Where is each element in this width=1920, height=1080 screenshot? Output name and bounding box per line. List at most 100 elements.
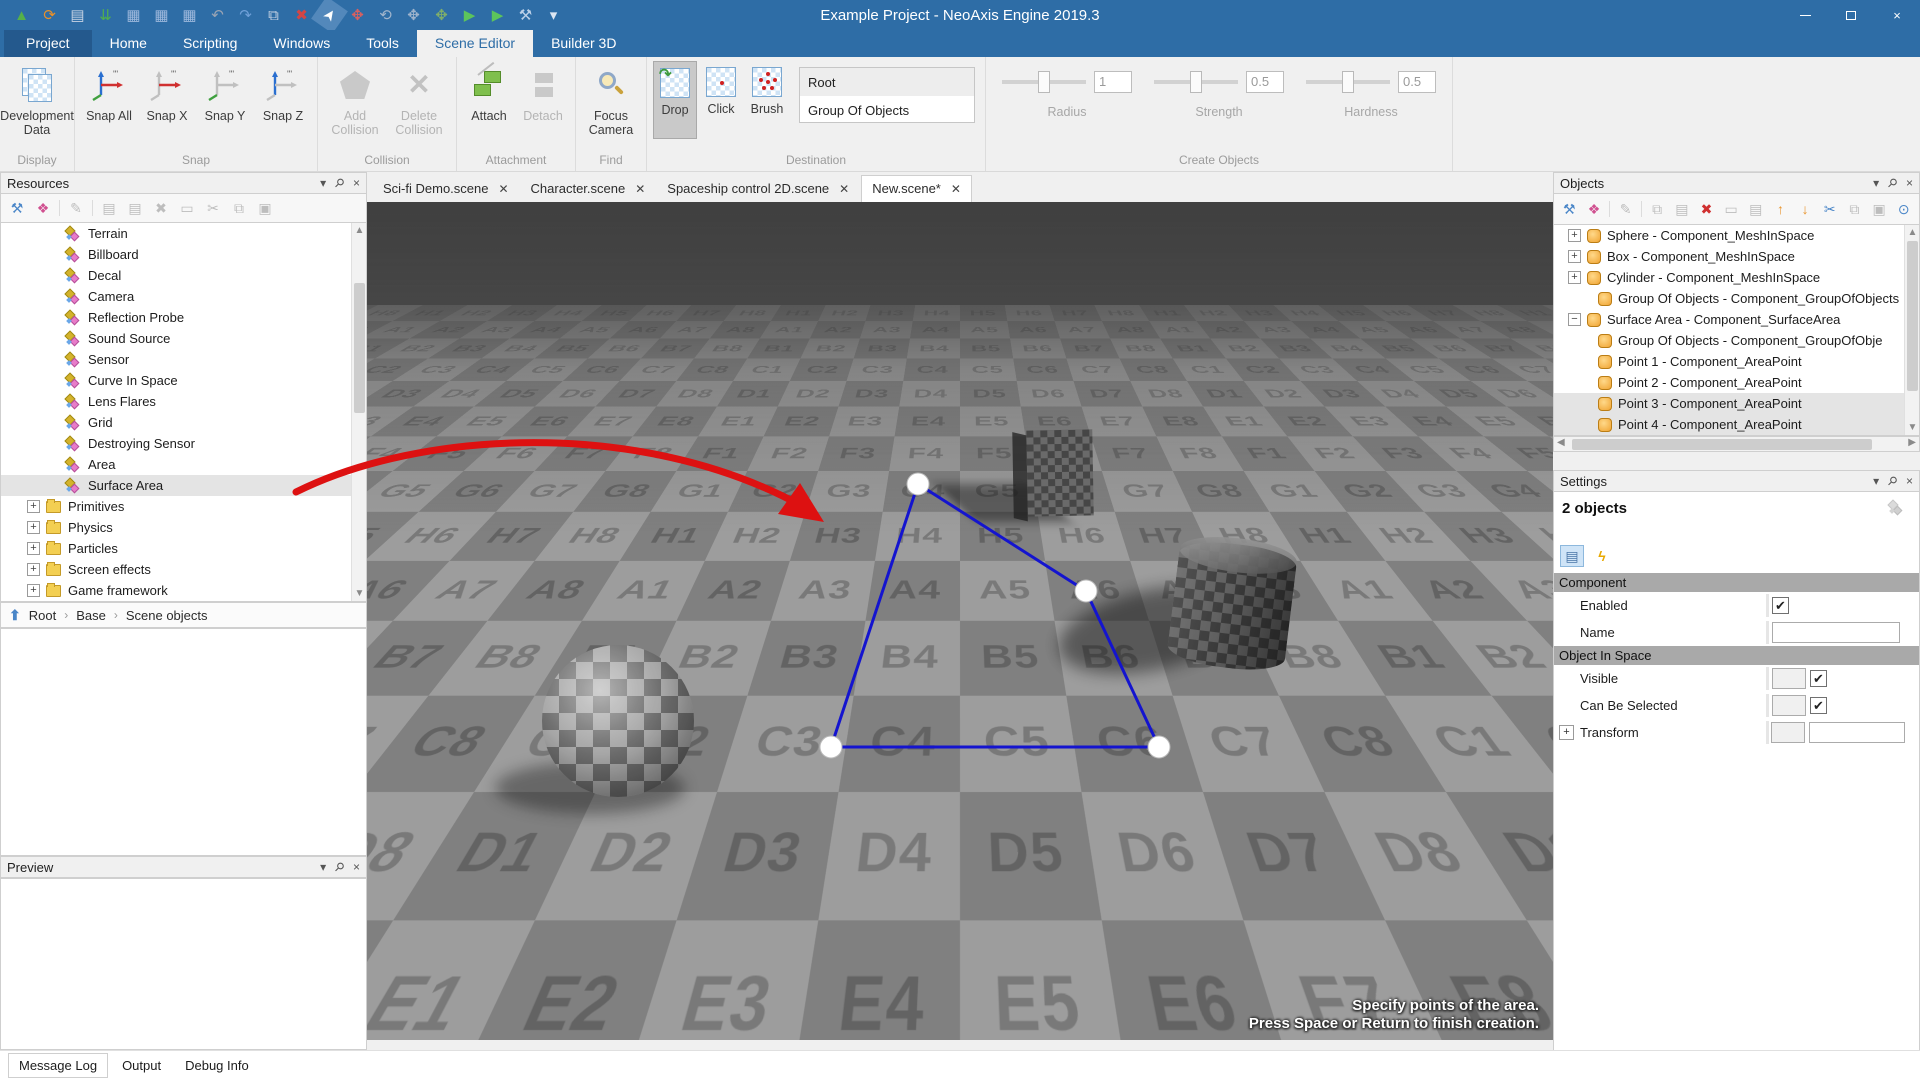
scene-tab-new-scene-[interactable]: New.scene* ✕ [861, 175, 972, 202]
visible-default-box[interactable] [1772, 668, 1806, 689]
delete-icon[interactable]: ✖ [288, 2, 315, 28]
enabled-checkbox[interactable]: ✔ [1772, 597, 1789, 614]
resource-item-grid[interactable]: Grid [1, 412, 366, 433]
move-tool-icon[interactable]: ✥ [344, 2, 371, 28]
objects-scrollbar[interactable]: ▲ ▼ [1904, 225, 1919, 435]
scale-tool-icon[interactable]: ✥ [400, 2, 427, 28]
expand-icon[interactable]: + [27, 500, 40, 513]
object-item-group-of-objects[interactable]: Group Of Objects - Component_GroupOfObje… [1554, 288, 1919, 309]
rename-icon[interactable]: ▭ [1722, 201, 1741, 218]
cut-icon[interactable]: ✂ [203, 200, 223, 217]
add-collision-button[interactable]: Add Collision [324, 61, 386, 147]
objects-menu-icon[interactable]: ▾ [1873, 176, 1879, 190]
tab-builder-3d[interactable]: Builder 3D [533, 30, 634, 57]
move-down-icon[interactable]: ↓ [1796, 201, 1815, 217]
click-mode-button[interactable]: Click [699, 61, 743, 139]
tab-project[interactable]: Project [4, 30, 92, 57]
destination-option-root[interactable]: Root [800, 68, 974, 96]
redo-icon[interactable]: ↷ [232, 2, 259, 28]
tab-scripting[interactable]: Scripting [165, 30, 255, 57]
undo-icon[interactable]: ↶ [204, 2, 231, 28]
search-icon[interactable]: ⊙ [1894, 201, 1913, 218]
clone-icon[interactable]: ⧉ [1648, 201, 1667, 218]
rotate-tool-icon[interactable]: ⟲ [372, 2, 399, 28]
run-icon[interactable]: ▶ [484, 2, 511, 28]
expand-icon[interactable]: + [1568, 271, 1581, 284]
transform-expander[interactable]: + [1559, 725, 1574, 740]
resource-item-terrain[interactable]: Terrain [1, 223, 366, 244]
tools-icon[interactable]: ⚒ [512, 2, 539, 28]
transform-input[interactable] [1809, 722, 1905, 743]
resource-item-curve-in-space[interactable]: Curve In Space [1, 370, 366, 391]
object-item-group-of-objects[interactable]: Group Of Objects - Component_GroupOfObje [1554, 330, 1919, 351]
navigate-up-icon[interactable]: ⬆ [9, 607, 21, 624]
resource-item-destroying-sensor[interactable]: Destroying Sensor [1, 433, 366, 454]
expand-icon[interactable]: + [1568, 250, 1581, 263]
detach-button[interactable]: Detach [517, 61, 569, 147]
edit-icon[interactable]: ✎ [1616, 201, 1635, 218]
copy-icon[interactable]: ⧉ [229, 200, 249, 217]
minimize-button[interactable] [1782, 0, 1828, 30]
tab-home[interactable]: Home [92, 30, 165, 57]
snap-button-snap-x[interactable]: ''' Snap X [139, 61, 195, 147]
scroll-left-icon[interactable]: ◀ [1557, 437, 1565, 448]
settings-close-icon[interactable]: × [1906, 474, 1913, 488]
resource-item-surface-area[interactable]: Surface Area [1, 475, 366, 496]
options-icon[interactable]: ⚒ [7, 200, 27, 217]
brush-mode-button[interactable]: Brush [745, 61, 789, 139]
destination-option-group-of-objects[interactable]: Group Of Objects [800, 96, 974, 122]
resource-item-reflection-probe[interactable]: Reflection Probe [1, 307, 366, 328]
snap-button-snap-all[interactable]: ''' Snap All [81, 61, 137, 147]
duplicate-icon[interactable]: ⧉ [260, 2, 287, 28]
status-tab-output[interactable]: Output [112, 1054, 171, 1077]
status-tab-message-log[interactable]: Message Log [8, 1053, 109, 1078]
resources-menu-icon[interactable]: ▾ [320, 176, 326, 190]
name-input[interactable] [1772, 622, 1900, 643]
new-icon[interactable]: ▤ [125, 200, 145, 217]
resource-item-decal[interactable]: Decal [1, 265, 366, 286]
object-item-cylinder[interactable]: + Cylinder - Component_MeshInSpace [1554, 267, 1919, 288]
tab-windows[interactable]: Windows [255, 30, 348, 57]
expand-icon[interactable]: + [27, 521, 40, 534]
snap-button-snap-z[interactable]: ''' Snap Z [255, 61, 311, 147]
scroll-down-icon[interactable]: ▼ [352, 586, 366, 601]
scroll-down-icon[interactable]: ▼ [1905, 420, 1919, 435]
slider-hardness-value[interactable]: 0.5 [1398, 71, 1436, 93]
save-as-icon[interactable]: ▦ [148, 2, 175, 28]
select-tool-icon[interactable]: ➤ [311, 0, 348, 34]
slider-hardness-track[interactable] [1306, 71, 1390, 93]
tab-tools[interactable]: Tools [348, 30, 417, 57]
move-up-icon[interactable]: ↑ [1771, 201, 1790, 217]
object-item-point-3[interactable]: Point 3 - Component_AreaPoint [1554, 393, 1919, 414]
expand-icon[interactable]: − [1568, 313, 1581, 326]
slider-radius-value[interactable]: 1 [1094, 71, 1132, 93]
development-data-button[interactable]: Development Data [0, 61, 74, 147]
play-icon[interactable]: ▶ [456, 2, 483, 28]
viewport-3d[interactable]: H5H6H7H8H1H2H3H4H5H6H7H8H1H2H3H4H5H6H7H8… [367, 202, 1553, 1040]
tab-close-icon[interactable]: ✕ [635, 182, 645, 196]
object-item-point-2[interactable]: Point 2 - Component_AreaPoint [1554, 372, 1919, 393]
breadcrumb-item-scene-objects[interactable]: Scene objects [126, 608, 208, 623]
resource-item-screen-effects[interactable]: + Screen effects [1, 559, 366, 580]
expand-icon[interactable]: + [27, 542, 40, 555]
tab-scene-editor[interactable]: Scene Editor [416, 30, 534, 57]
rename-icon[interactable]: ▭ [177, 200, 197, 217]
resource-item-billboard[interactable]: Billboard [1, 244, 366, 265]
preview-menu-icon[interactable]: ▾ [320, 860, 326, 874]
sphere-object[interactable] [542, 645, 694, 797]
scene-tab-spaceship-control-2d-scene[interactable]: Spaceship control 2D.scene ✕ [657, 176, 859, 202]
object-item-sphere[interactable]: + Sphere - Component_MeshInSpace [1554, 225, 1919, 246]
objects-close-icon[interactable]: × [1906, 176, 1913, 190]
scroll-right-icon[interactable]: ▶ [1908, 437, 1916, 448]
breadcrumb-item-root[interactable]: Root [29, 608, 56, 623]
maximize-button[interactable] [1828, 0, 1874, 30]
resource-item-physics[interactable]: + Physics [1, 517, 366, 538]
object-item-point-1[interactable]: Point 1 - Component_AreaPoint [1554, 351, 1919, 372]
resource-item-sound-source[interactable]: Sound Source [1, 328, 366, 349]
edit-icon[interactable]: ✎ [66, 200, 86, 217]
paste-icon[interactable]: ▣ [1870, 201, 1889, 218]
expand-icon[interactable]: + [27, 563, 40, 576]
resources-scrollbar[interactable]: ▲ ▼ [351, 223, 366, 601]
attach-button[interactable]: Attach [463, 61, 515, 147]
objects-hscrollbar[interactable]: ◀ ▶ [1553, 436, 1920, 452]
